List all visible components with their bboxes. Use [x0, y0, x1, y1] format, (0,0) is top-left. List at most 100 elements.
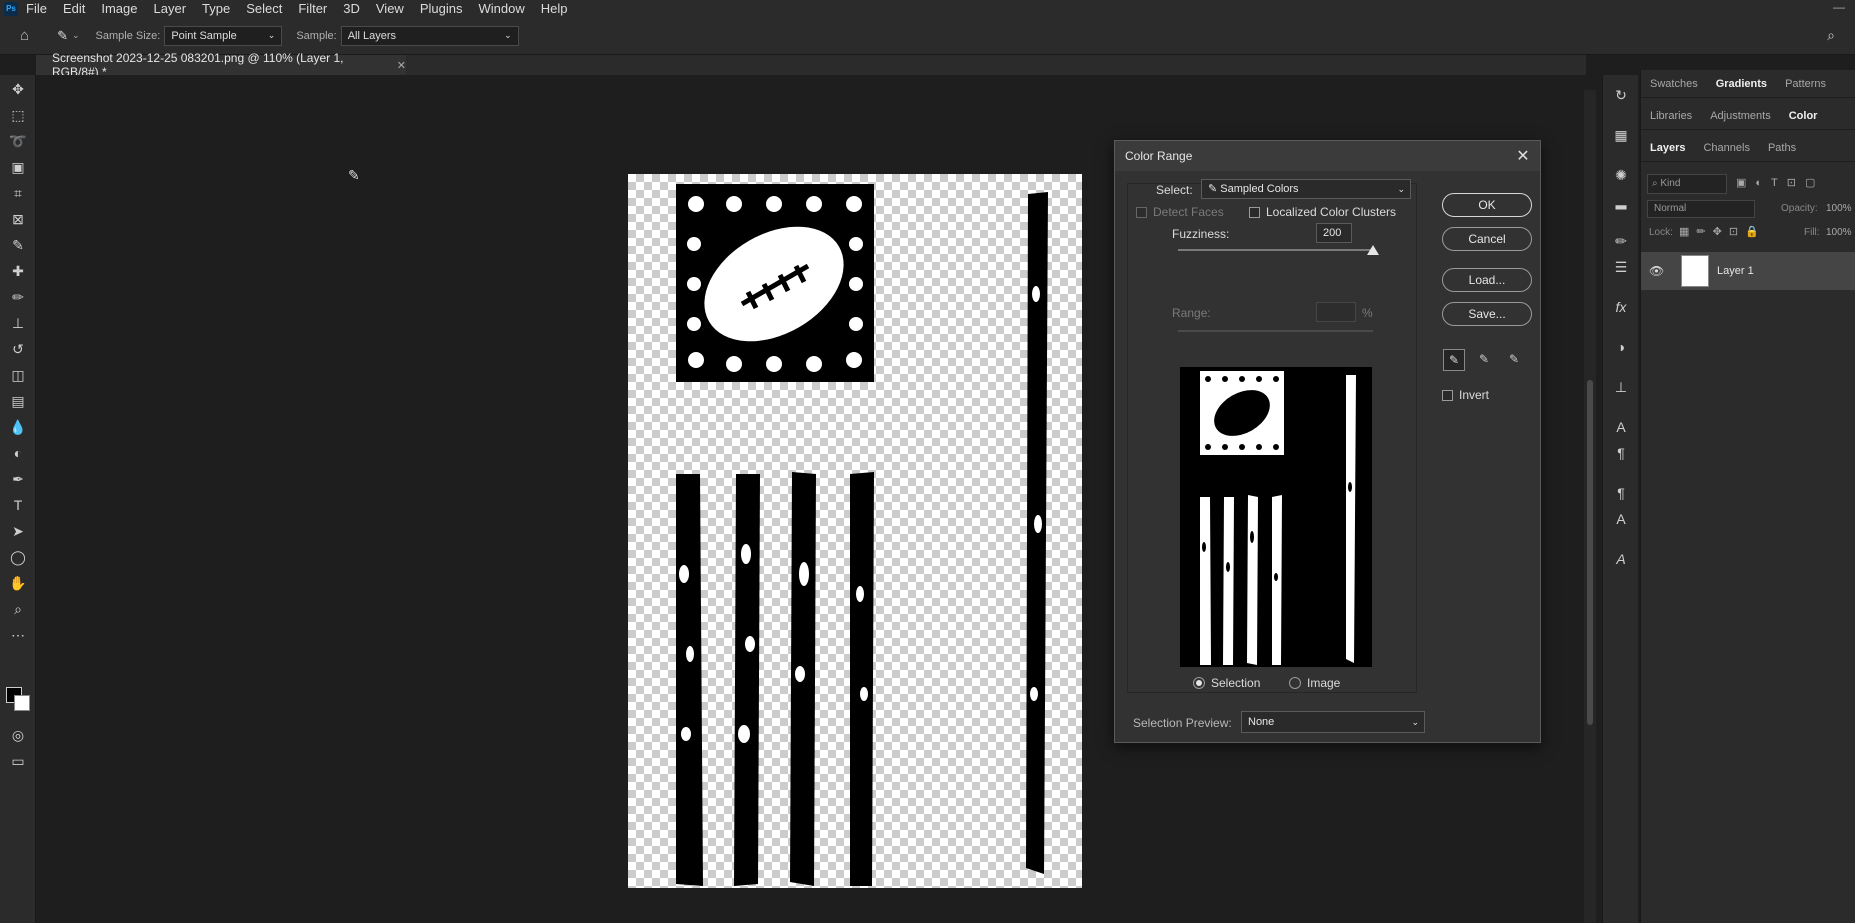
lasso-tool-icon[interactable]: ➰ — [8, 131, 28, 151]
close-icon[interactable]: ✕ — [1514, 146, 1532, 166]
minimize-icon[interactable]: — — [1833, 0, 1845, 14]
menu-layer[interactable]: Layer — [146, 0, 195, 17]
more-tools-icon[interactable]: ⋯ — [8, 625, 28, 645]
range-input[interactable] — [1316, 302, 1356, 322]
menu-filter[interactable]: Filter — [290, 0, 335, 17]
ok-button[interactable]: OK — [1442, 193, 1532, 217]
sample-select[interactable]: All Layers ⌄ — [340, 25, 519, 46]
cancel-button[interactable]: Cancel — [1442, 227, 1532, 251]
scrollbar-thumb[interactable] — [1587, 380, 1593, 725]
photoshop-logo-icon[interactable]: Ps — [4, 1, 18, 16]
document-canvas[interactable] — [628, 174, 1082, 888]
eyedropper-tool-preset-icon[interactable]: ✎ — [57, 28, 68, 44]
crop-tool-icon[interactable]: ⌗ — [8, 183, 28, 203]
tab-paths[interactable]: Paths — [1759, 142, 1805, 154]
tab-patterns[interactable]: Patterns — [1776, 78, 1835, 90]
paragraph-icon[interactable]: ¶ — [1611, 443, 1631, 463]
dialog-title-bar[interactable]: Color Range ✕ — [1115, 141, 1540, 171]
menu-image[interactable]: Image — [93, 0, 145, 17]
history-brush-tool-icon[interactable]: ↺ — [8, 339, 28, 359]
menu-view[interactable]: View — [368, 0, 412, 17]
detect-faces-checkbox[interactable] — [1136, 207, 1147, 218]
frame-tool-icon[interactable]: ⊠ — [8, 209, 28, 229]
load-button[interactable]: Load... — [1442, 268, 1532, 292]
tab-adjustments[interactable]: Adjustments — [1701, 110, 1780, 122]
tab-swatches[interactable]: Swatches — [1641, 78, 1707, 90]
menu-select[interactable]: Select — [238, 0, 290, 17]
tab-color[interactable]: Color — [1780, 110, 1827, 122]
gradient-tool-icon[interactable]: ▤ — [8, 391, 28, 411]
character-styles-icon[interactable]: A — [1611, 509, 1631, 529]
background-color-swatch[interactable] — [14, 695, 30, 711]
select-dropdown[interactable]: ✎ Sampled Colors ⌄ — [1201, 179, 1411, 199]
zoom-tool-icon[interactable]: ⌕ — [8, 599, 28, 619]
brush-tool-icon[interactable]: ✏ — [8, 287, 28, 307]
selection-preview-select[interactable]: None ⌄ — [1241, 711, 1425, 733]
hand-tool-icon[interactable]: ✋ — [8, 573, 28, 593]
screen-mode-icon[interactable]: ▭ — [8, 751, 28, 771]
document-tab[interactable]: Screenshot 2023-12-25 083201.png @ 110% … — [36, 51, 406, 79]
ellipse-tool-icon[interactable]: ◯ — [8, 547, 28, 567]
chevron-down-icon[interactable]: ⌄ — [72, 30, 80, 41]
fill-value[interactable]: 100% — [1826, 227, 1852, 238]
selection-mask-preview[interactable] — [1180, 367, 1372, 667]
dodge-tool-icon[interactable]: ◐ — [8, 443, 28, 463]
localized-color-clusters-checkbox[interactable] — [1249, 207, 1260, 218]
eyedropper-icon[interactable]: ✎ — [1443, 349, 1465, 371]
tab-gradients[interactable]: Gradients — [1707, 78, 1776, 90]
menu-file[interactable]: File — [18, 0, 55, 17]
navigator-panel-icon[interactable]: ▦ — [1611, 125, 1631, 145]
character-icon[interactable]: A — [1611, 417, 1631, 437]
object-selection-tool-icon[interactable]: ▣ — [8, 157, 28, 177]
save-button[interactable]: Save... — [1442, 302, 1532, 326]
layer-row[interactable]: 👁 Layer 1 — [1641, 252, 1855, 290]
healing-brush-tool-icon[interactable]: ✚ — [8, 261, 28, 281]
brush-settings-icon[interactable]: ✺ — [1611, 165, 1631, 185]
eye-icon[interactable]: 👁 — [1649, 264, 1669, 278]
type-tool-icon[interactable]: T — [8, 495, 28, 515]
histogram-icon[interactable]: ▂ — [1611, 191, 1631, 211]
fuzziness-slider-handle[interactable] — [1367, 245, 1379, 255]
properties-icon[interactable]: ☰ — [1611, 257, 1631, 277]
eraser-tool-icon[interactable]: ◫ — [8, 365, 28, 385]
menu-edit[interactable]: Edit — [55, 0, 93, 17]
clone-stamp-tool-icon[interactable]: ⊥ — [8, 313, 28, 333]
marquee-tool-icon[interactable]: ⬚ — [8, 105, 28, 125]
invert-checkbox[interactable] — [1442, 390, 1453, 401]
selection-radio[interactable] — [1193, 677, 1205, 689]
menu-type[interactable]: Type — [194, 0, 238, 17]
history-panel-icon[interactable]: ↻ — [1611, 85, 1631, 105]
menu-plugins[interactable]: Plugins — [412, 0, 471, 17]
subtract-from-sample-eyedropper-icon[interactable]: ✎ — [1503, 349, 1525, 371]
menu-window[interactable]: Window — [470, 0, 532, 17]
eyedropper-tool-icon[interactable]: ✎ — [8, 235, 28, 255]
menu-3d[interactable]: 3D — [335, 0, 368, 17]
clone-source-icon[interactable]: ⊥ — [1611, 377, 1631, 397]
layer-name[interactable]: Layer 1 — [1717, 265, 1754, 277]
tab-layers[interactable]: Layers — [1641, 142, 1694, 154]
opacity-value[interactable]: 100% — [1826, 203, 1852, 214]
home-icon[interactable]: ⌂ — [20, 27, 29, 44]
move-tool-icon[interactable]: ✥ — [8, 79, 28, 99]
tab-libraries[interactable]: Libraries — [1641, 110, 1701, 122]
paragraph-styles-icon[interactable]: ¶ — [1611, 483, 1631, 503]
close-icon[interactable]: ✕ — [397, 59, 406, 72]
pen-tool-icon[interactable]: ✒ — [8, 469, 28, 489]
glyphs-icon[interactable]: A — [1611, 549, 1631, 569]
image-radio[interactable] — [1289, 677, 1301, 689]
brushes-icon[interactable]: ✏ — [1611, 231, 1631, 251]
layer-kind-filter[interactable]: ⌕ Kind — [1647, 174, 1727, 194]
add-to-sample-eyedropper-icon[interactable]: ✎ — [1473, 349, 1495, 371]
sample-size-select[interactable]: Point Sample ⌄ — [164, 25, 283, 46]
adjustments-icon[interactable]: ◑ — [1611, 337, 1631, 357]
fuzziness-slider-track[interactable] — [1178, 249, 1373, 251]
search-icon[interactable]: ⌕ — [1827, 27, 1835, 44]
menu-help[interactable]: Help — [533, 0, 576, 17]
quick-mask-icon[interactable]: ◎ — [8, 725, 28, 745]
lock-icons[interactable]: ▦✏✥⊡🔒 — [1679, 225, 1766, 238]
path-selection-tool-icon[interactable]: ➤ — [8, 521, 28, 541]
tab-channels[interactable]: Channels — [1694, 142, 1758, 154]
blur-tool-icon[interactable]: 💧 — [8, 417, 28, 437]
fuzziness-input[interactable]: 200 — [1316, 223, 1352, 243]
styles-icon[interactable]: fx — [1611, 297, 1631, 317]
